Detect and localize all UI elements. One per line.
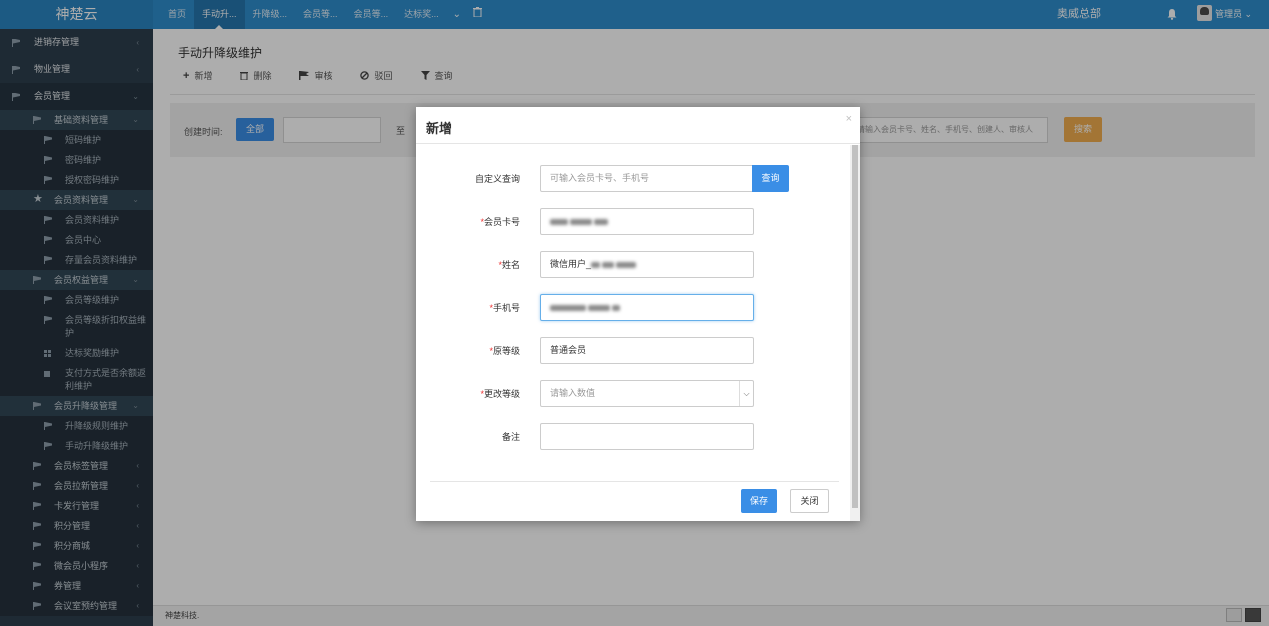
orig-level-input[interactable]: 普通会员: [540, 337, 754, 364]
close-icon[interactable]: ×: [846, 113, 852, 125]
field-label: 原等级: [492, 346, 520, 356]
field-label: 姓名: [501, 260, 520, 270]
card-no-input[interactable]: [540, 208, 754, 235]
chevron-down-icon: ⌵: [739, 381, 753, 406]
remark-row: 备注: [416, 423, 836, 450]
phone-row: *手机号: [416, 294, 836, 321]
name-label: *姓名: [498, 260, 520, 270]
name-input[interactable]: 微信用户_: [540, 251, 754, 278]
new-level-select[interactable]: 请输入数值 ⌵: [540, 380, 754, 407]
new-level-placeholder: 请输入数值: [550, 388, 596, 398]
field-label: 更改等级: [483, 389, 520, 399]
dialog-header: 新增 ×: [416, 107, 860, 144]
new-level-label: *更改等级: [480, 389, 520, 399]
new-level-row: *更改等级 请输入数值 ⌵: [416, 380, 836, 407]
dialog-footer-divider: [430, 481, 839, 482]
remark-label: 备注: [501, 432, 520, 442]
field-label: 手机号: [492, 303, 520, 313]
card-no-row: *会员卡号: [416, 208, 836, 235]
phone-label: *手机号: [489, 303, 520, 313]
orig-level-label: *原等级: [489, 346, 520, 356]
name-row: *姓名 微信用户_: [416, 251, 836, 278]
custom-query-label: 自定义查询: [474, 174, 520, 184]
orig-level-row: *原等级 普通会员: [416, 337, 836, 364]
phone-input[interactable]: [540, 294, 754, 321]
dialog-title: 新增: [426, 121, 453, 136]
card-no-label: *会员卡号: [480, 217, 520, 227]
name-value: 微信用户_: [550, 259, 592, 269]
field-label: 会员卡号: [483, 217, 520, 227]
close-button[interactable]: 关闭: [790, 489, 829, 513]
custom-query-input[interactable]: 可输入会员卡号、手机号: [540, 165, 754, 192]
remark-input[interactable]: [540, 423, 754, 450]
save-button[interactable]: 保存: [741, 489, 777, 513]
custom-query-button[interactable]: 查询: [752, 165, 789, 192]
custom-query-row: 自定义查询 可输入会员卡号、手机号 查询: [416, 165, 836, 192]
dialog-scrollbar[interactable]: [850, 145, 860, 521]
add-dialog: 新增 × 自定义查询 可输入会员卡号、手机号 查询 *会员卡号 *姓名 微信用户…: [416, 107, 860, 521]
